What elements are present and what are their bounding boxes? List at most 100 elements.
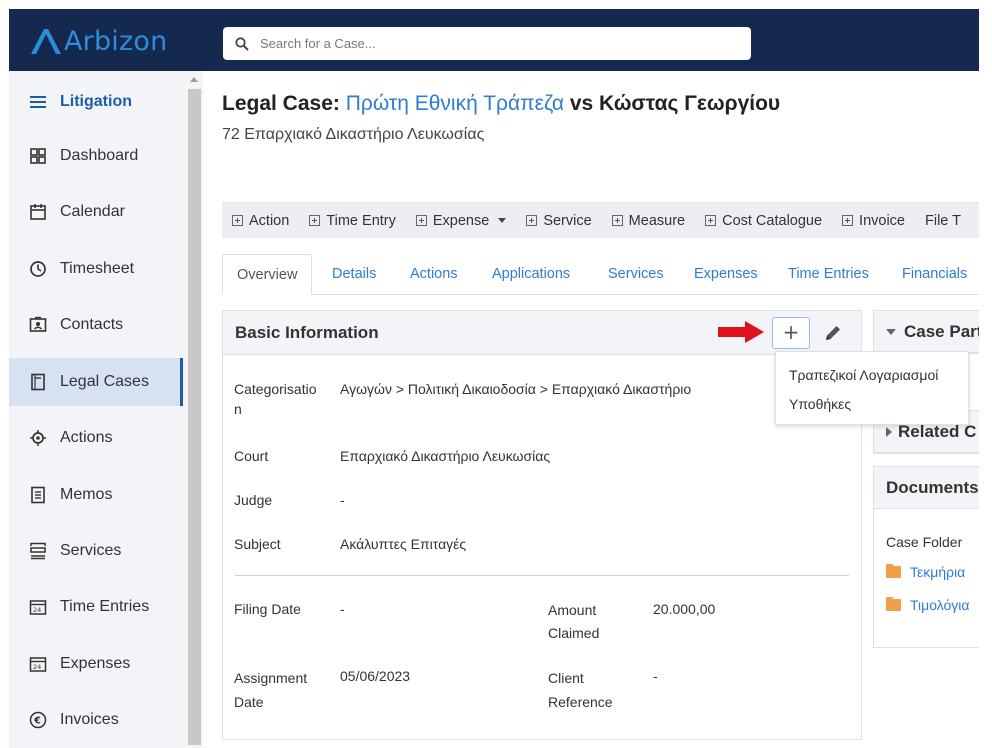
subject-label: Subject [234, 536, 281, 552]
tab-services[interactable]: Services [608, 254, 664, 295]
sidebar-item-label: Contacts [60, 316, 124, 333]
svg-text:24: 24 [33, 663, 41, 671]
menu-icon[interactable] [29, 93, 47, 111]
action-toolbar: Action Time Entry Expense Service Measur… [222, 202, 979, 238]
folder-label: Τιμολόγια [910, 597, 970, 613]
logo-text: Arbizon [64, 25, 168, 57]
basic-information-card: Basic Information + Categorisatio n Αγωγώ… [222, 310, 862, 740]
tab-financials[interactable]: Financials [902, 254, 967, 295]
sidebar-item-label: Time Entries [60, 598, 150, 615]
plus-box-icon [526, 215, 538, 226]
svg-text:€: € [33, 716, 41, 727]
sidebar-item-time-entries[interactable]: 24 Time Entries [9, 584, 183, 630]
plus-box-icon [842, 215, 854, 226]
amount-claimed-label: Amount Claimed [548, 599, 599, 645]
file-button[interactable]: File T [925, 213, 961, 229]
sidebar-item-label: Memos [60, 486, 113, 503]
plus-box-icon [705, 215, 717, 226]
assignment-date-label: Assignment Date [234, 666, 307, 714]
add-action-button[interactable]: Action [232, 213, 289, 229]
button-label: Cost Catalogue [722, 212, 823, 229]
expand-icon [886, 426, 892, 437]
sidebar-item-contacts[interactable]: Contacts [9, 302, 183, 348]
label-line: Categorisatio [234, 381, 317, 397]
tab-actions[interactable]: Actions [410, 254, 458, 295]
tab-overview[interactable]: Overview [222, 254, 313, 295]
folder-item[interactable]: Τιμολόγια [886, 597, 970, 613]
sidebar-item-invoices[interactable]: € Invoices [9, 697, 183, 743]
label-line: Reference [548, 694, 613, 710]
contacts-icon [29, 316, 47, 334]
sidebar-item-litigation[interactable]: Litigation [9, 79, 183, 125]
subject-value: Ακάλυπτες Επιταγές [340, 536, 467, 552]
add-invoice-button[interactable]: Invoice [842, 213, 905, 229]
sidebar-item-actions[interactable]: Actions [9, 415, 183, 461]
card-header: Basic Information + [223, 311, 861, 355]
sidebar-item-expenses[interactable]: 24 Expenses [9, 641, 183, 687]
add-service-button[interactable]: Service [526, 213, 592, 229]
button-label: Expense [432, 212, 490, 229]
calendar-icon [29, 203, 47, 221]
categorisation-value: Αγωγών > Πολιτική Δικαιοδοσία > Επαρχιακ… [340, 381, 692, 397]
edit-pencil-icon[interactable] [823, 323, 843, 343]
top-bar: Arbizon [9, 9, 979, 71]
plus-box-icon [309, 215, 321, 226]
add-button[interactable]: + [772, 317, 810, 349]
add-cost-catalogue-button[interactable]: Cost Catalogue [705, 213, 822, 229]
plus-box-icon [232, 215, 243, 226]
client-link[interactable]: Πρώτη Εθνική Τράπεζα [346, 92, 564, 115]
sidebar-item-legal-cases[interactable]: Legal Cases [9, 358, 183, 406]
sidebar-scroll-thumb[interactable] [188, 89, 201, 745]
sidebar-item-calendar[interactable]: Calendar [9, 189, 183, 235]
judge-value: - [340, 492, 345, 508]
sidebar-item-label: Expenses [60, 655, 131, 672]
label-line: Claimed [548, 625, 600, 641]
label-line: Client [548, 670, 584, 686]
chevron-down-icon[interactable] [498, 218, 507, 223]
sidebar-item-label: Actions [60, 429, 113, 446]
label-line: Amount [548, 602, 597, 618]
plus-box-icon [415, 215, 427, 226]
case-parties-header[interactable]: Case Parties [874, 311, 979, 353]
client-reference-label: Client Reference [548, 666, 613, 714]
tab-time-entries[interactable]: Time Entries [788, 254, 869, 295]
sidebar-item-services[interactable]: Services [9, 528, 183, 574]
tab-applications[interactable]: Applications [492, 254, 570, 295]
tab-expenses[interactable]: Expenses [694, 254, 758, 295]
folder-item[interactable]: Τεκμήρια [886, 564, 965, 580]
button-label: File T [925, 212, 961, 229]
red-arrow-icon [718, 321, 764, 343]
app-logo[interactable]: Arbizon [29, 24, 167, 58]
sidebar-item-label: Legal Cases [60, 373, 149, 390]
case-tabs: Overview Details Actions Applications Se… [222, 254, 979, 295]
logo-mark-icon [31, 29, 61, 54]
svg-text:24: 24 [33, 606, 41, 614]
page-title: Legal Case: Πρώτη Εθνική Τράπεζα vs Κώστ… [222, 92, 780, 116]
sidebar-item-label: Litigation [60, 93, 132, 110]
sidebar-item-timesheet[interactable]: Timesheet [9, 246, 183, 292]
filing-date-value: - [340, 601, 345, 617]
court-value: Επαρχιακό Δικαστήριο Λευκωσίας [340, 448, 551, 464]
sidebar-item-label: Calendar [60, 203, 125, 220]
folder-icon [886, 597, 901, 611]
title-suffix: vs Κώστας Γεωργίου [563, 92, 781, 115]
scroll-up-arrow-icon[interactable] [190, 77, 198, 82]
add-expense-button[interactable]: Expense [415, 212, 507, 229]
sidebar: Litigation Dashboard Calendar Timesheet … [9, 71, 203, 748]
tab-details[interactable]: Details [332, 254, 376, 295]
menu-item-bank-accounts[interactable]: Τραπεζικοί Λογαριασμοί [789, 367, 938, 383]
menu-item-mortgages[interactable]: Υποθήκες [789, 396, 851, 412]
judge-label: Judge [234, 492, 273, 508]
sidebar-item-memos[interactable]: Memos [9, 472, 183, 518]
search-input[interactable] [260, 36, 730, 51]
memo-icon [29, 486, 47, 504]
add-measure-button[interactable]: Measure [611, 213, 685, 229]
plus-box-icon [611, 215, 623, 226]
add-time-entry-button[interactable]: Time Entry [309, 213, 396, 229]
sidebar-item-dashboard[interactable]: Dashboard [9, 133, 183, 179]
sidebar-item-label: Dashboard [60, 147, 139, 164]
actions-icon [29, 429, 47, 447]
sidebar-item-label: Invoices [60, 711, 119, 728]
search-box[interactable] [223, 27, 751, 60]
amount-claimed-value: 20.000,00 [653, 601, 716, 617]
